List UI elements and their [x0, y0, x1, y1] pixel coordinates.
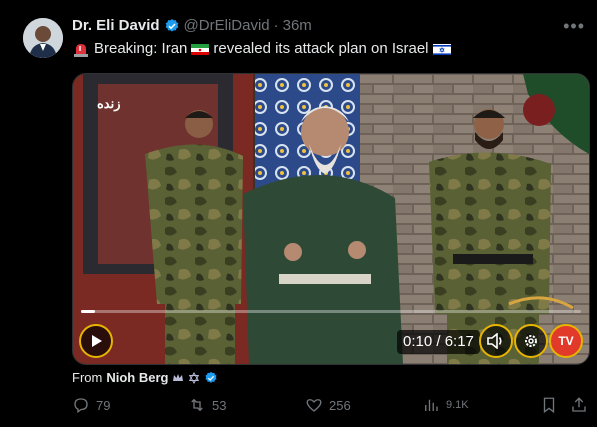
repost-icon	[191, 398, 203, 412]
views-action[interactable]: 9.1K	[422, 396, 469, 414]
speaker-icon	[487, 333, 502, 349]
reply-icon	[74, 398, 88, 414]
repost-action[interactable]: 53	[188, 396, 226, 414]
israel-flag-icon	[432, 43, 451, 55]
verified-badge-icon	[205, 371, 218, 383]
play-button[interactable]	[79, 324, 113, 358]
views-chart-icon	[425, 399, 438, 411]
heart-icon	[306, 399, 322, 412]
tweet-header: Dr. Eli David @DrEliDavid · 36m	[72, 17, 312, 34]
tweet-actions: 79 53 256 9.1K	[72, 396, 592, 418]
live-label: زنده	[97, 96, 121, 111]
volume-button[interactable]	[479, 324, 513, 358]
post-time[interactable]: 36m	[283, 17, 312, 34]
more-options-icon[interactable]: •••	[563, 16, 585, 37]
author-handle[interactable]: @DrEliDavid	[184, 17, 270, 34]
channel-live-logo: زنده	[97, 96, 121, 112]
author-name[interactable]: Dr. Eli David	[72, 17, 160, 34]
author-avatar[interactable]	[23, 18, 63, 58]
video-source: From Nioh Berg	[72, 370, 218, 385]
bookmark-action[interactable]	[540, 396, 558, 414]
video-frame	[73, 74, 589, 364]
gear-icon	[525, 335, 537, 347]
verified-badge-icon	[165, 18, 178, 32]
play-icon	[92, 335, 102, 347]
tweet-text-part-1: Breaking: Iran	[94, 40, 188, 57]
iran-flag-icon	[191, 43, 210, 55]
bookmark-icon	[543, 397, 555, 414]
source-label: From	[72, 370, 103, 385]
share-icon	[572, 397, 586, 412]
siren-emoji-icon	[74, 43, 88, 57]
repost-count: 53	[212, 397, 227, 413]
tweet[interactable]: Dr. Eli David @DrEliDavid · 36m ••• Brea…	[0, 0, 597, 427]
video-player[interactable]: زنده 0:10 / 6:17 TV	[72, 73, 590, 365]
crown-emoji-icon	[173, 373, 184, 381]
reply-action[interactable]: 79	[72, 396, 110, 414]
like-action[interactable]: 256	[305, 396, 351, 414]
view-count: 9.1K	[446, 399, 469, 411]
video-progress-fill	[81, 310, 95, 313]
tweet-text-part-2: revealed its attack plan on Israel	[213, 40, 429, 57]
star-of-david-icon	[189, 371, 200, 384]
settings-button[interactable]	[514, 324, 548, 358]
source-name[interactable]: Nioh Berg	[106, 370, 168, 385]
like-count: 256	[329, 397, 351, 413]
tweet-text: Breaking: Iran revealed its attack plan …	[72, 40, 451, 57]
share-action[interactable]	[570, 396, 588, 414]
separator-dot: ·	[273, 17, 279, 34]
reply-count: 79	[96, 397, 111, 413]
video-progress-bar[interactable]	[81, 310, 581, 313]
channel-badge: TV	[549, 324, 583, 358]
video-time: 0:10 / 6:17	[397, 330, 480, 354]
